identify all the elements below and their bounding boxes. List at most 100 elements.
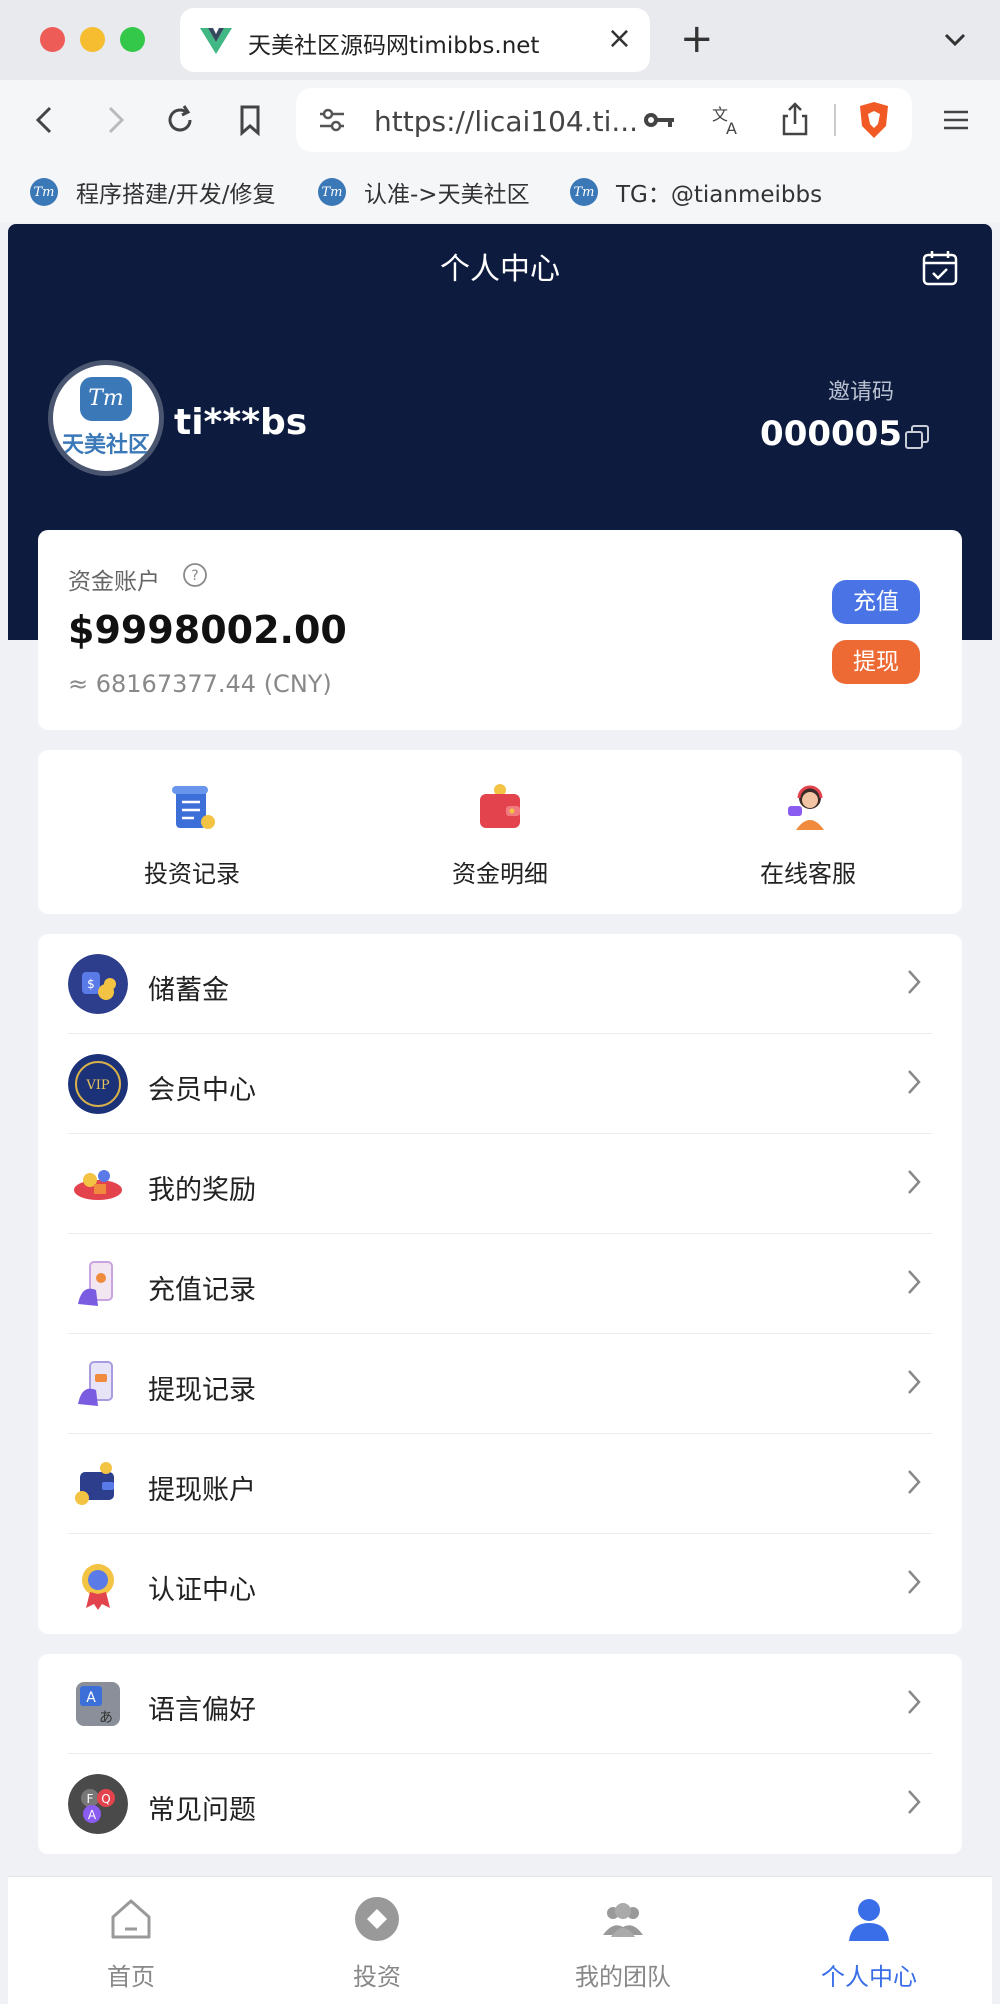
browser-nav-bar: https://licai104.ti... 文A (0, 80, 1000, 162)
calendar-check-icon[interactable] (920, 248, 960, 288)
menu-item-label: 会员中心 (148, 1075, 256, 1106)
reload-icon[interactable] (162, 102, 198, 138)
menu-item-label: 常见问题 (148, 1795, 256, 1826)
invite-code: 000005 (760, 414, 902, 454)
nav-item-invest[interactable]: 投资 (254, 1895, 500, 1992)
withdraw-record-icon (78, 1361, 113, 1406)
bottom-nav: 首页 投资 我的团队 个人中心 (8, 1876, 992, 2004)
address-bar[interactable]: https://licai104.ti... 文A (296, 88, 912, 152)
wallet-icon (480, 784, 520, 828)
chevron-right-icon (908, 1170, 921, 1194)
nav-item-team[interactable]: 我的团队 (500, 1895, 746, 1992)
menu-item-certification-center[interactable]: 认证中心 (68, 1534, 932, 1634)
quick-link-label: 在线客服 (760, 860, 856, 888)
page-title: 个人中心 (440, 252, 560, 287)
menu-item-withdraw-records[interactable]: 提现记录 (68, 1334, 932, 1434)
brave-shield-icon[interactable] (856, 100, 892, 140)
quick-links-card: 投资记录 资金明细 在线客服 (38, 750, 962, 914)
nav-label: 首页 (107, 1963, 155, 1991)
quick-link-label: 投资记录 (144, 860, 240, 888)
menu-item-label: 储蓄金 (148, 975, 229, 1006)
nav-item-profile[interactable]: 个人中心 (746, 1895, 992, 1992)
forward-icon[interactable] (96, 102, 132, 138)
nav-item-home[interactable]: 首页 (8, 1895, 254, 1992)
svg-text:あ: あ (99, 1710, 113, 1726)
bookmark-label: 认准->天美社区 (364, 182, 530, 208)
chevron-right-icon (908, 1470, 921, 1494)
settings-list: A あ 语言偏好 F Q A 常见问题 (38, 1654, 962, 1854)
new-tab-button[interactable]: + (680, 14, 714, 64)
menu-list: $ 储蓄金 VIP 会员中心 我的奖励 充值记录 提现记录 提现账户 认证中心 (38, 934, 962, 1634)
svg-text:A: A (726, 119, 737, 136)
bookmark-favicon-icon: Tm (318, 178, 346, 206)
chevron-right-icon (908, 1370, 921, 1394)
vue-logo-icon (200, 28, 232, 54)
browser-tab[interactable]: 天美社区源码网timibbs.net × (180, 8, 650, 72)
app-page: 个人中心 Tm 天美社区 ti***bs 邀请码 000005 资金账户 ? $… (8, 224, 992, 2004)
menu-item-withdraw-account[interactable]: 提现账户 (68, 1434, 932, 1534)
menu-item-savings[interactable]: $ 储蓄金 (68, 934, 932, 1034)
avatar[interactable]: Tm 天美社区 (48, 360, 164, 476)
account-label: 资金账户 (68, 569, 160, 595)
quick-link-investment-records[interactable]: 投资记录 (38, 780, 346, 889)
balance-cny: ≈ 68167377.44 (CNY) (68, 670, 332, 698)
profile-icon (849, 1899, 889, 1941)
svg-text:$: $ (87, 977, 95, 991)
back-icon[interactable] (28, 102, 64, 138)
address-divider (834, 104, 836, 136)
menu-item-label: 我的奖励 (148, 1175, 256, 1206)
chevron-right-icon (908, 1270, 921, 1294)
bookmark-label: 程序搭建/开发/修复 (76, 182, 276, 208)
menu-item-label: 认证中心 (148, 1575, 256, 1606)
support-agent-icon (788, 785, 824, 830)
minimize-window-button[interactable] (80, 27, 105, 52)
share-icon[interactable] (780, 102, 810, 136)
maximize-window-button[interactable] (120, 27, 145, 52)
svg-text:F: F (87, 1792, 94, 1806)
home-icon (111, 1899, 151, 1939)
recharge-button[interactable]: 充值 (832, 580, 920, 624)
chevron-right-icon (908, 1790, 921, 1814)
menu-item-faq[interactable]: F Q A 常见问题 (68, 1754, 932, 1854)
chevron-right-icon (908, 1570, 921, 1594)
tab-close-icon[interactable]: × (607, 21, 632, 56)
menu-item-label: 提现记录 (148, 1375, 256, 1406)
bookmarks-bar: Tm 程序搭建/开发/修复 Tm 认准->天美社区 Tm TG：@tianmei… (0, 162, 1000, 222)
avatar-logo-text: 天美社区 (61, 433, 150, 458)
bookmark-item[interactable]: Tm TG：@tianmeibbs (570, 174, 822, 210)
withdraw-button[interactable]: 提现 (832, 640, 920, 684)
quick-link-fund-details[interactable]: 资金明细 (346, 780, 654, 889)
bookmark-item[interactable]: Tm 认准->天美社区 (318, 174, 530, 210)
chevron-right-icon (908, 1070, 921, 1094)
svg-text:A: A (88, 1808, 97, 1822)
bookmark-item[interactable]: Tm 程序搭建/开发/修复 (30, 174, 276, 210)
menu-item-label: 提现账户 (148, 1475, 256, 1506)
site-settings-icon[interactable] (316, 104, 348, 136)
reward-icon (74, 1170, 122, 1200)
withdraw-account-icon (75, 1462, 114, 1505)
recharge-record-icon (78, 1261, 113, 1306)
quick-link-online-support[interactable]: 在线客服 (654, 780, 962, 889)
balance-card: 资金账户 ? $9998002.00 ≈ 68167377.44 (CNY) 充… (38, 530, 962, 730)
help-icon[interactable]: ? (182, 562, 208, 588)
translate-icon[interactable]: 文A (710, 104, 744, 136)
url-text: https://licai104.ti... (374, 105, 639, 138)
chevron-right-icon (908, 970, 921, 994)
chevron-down-icon[interactable] (940, 24, 970, 54)
nav-label: 投资 (353, 1963, 401, 1991)
menu-item-my-rewards[interactable]: 我的奖励 (68, 1134, 932, 1234)
browser-tab-bar: 天美社区源码网timibbs.net × + (0, 0, 1000, 80)
svg-text:A: A (86, 1690, 96, 1706)
bookmark-icon[interactable] (232, 102, 268, 138)
menu-item-vip-center[interactable]: VIP 会员中心 (68, 1034, 932, 1134)
vip-icon: VIP (68, 1054, 128, 1114)
balance-amount: $9998002.00 (68, 608, 347, 652)
menu-item-recharge-records[interactable]: 充值记录 (68, 1234, 932, 1334)
menu-item-language[interactable]: A あ 语言偏好 (68, 1654, 932, 1754)
close-window-button[interactable] (40, 27, 65, 52)
team-icon (603, 1903, 643, 1937)
key-icon[interactable] (642, 106, 676, 134)
invite-code-label: 邀请码 (827, 380, 894, 405)
copy-icon[interactable] (904, 424, 930, 450)
menu-icon[interactable] (938, 102, 974, 138)
